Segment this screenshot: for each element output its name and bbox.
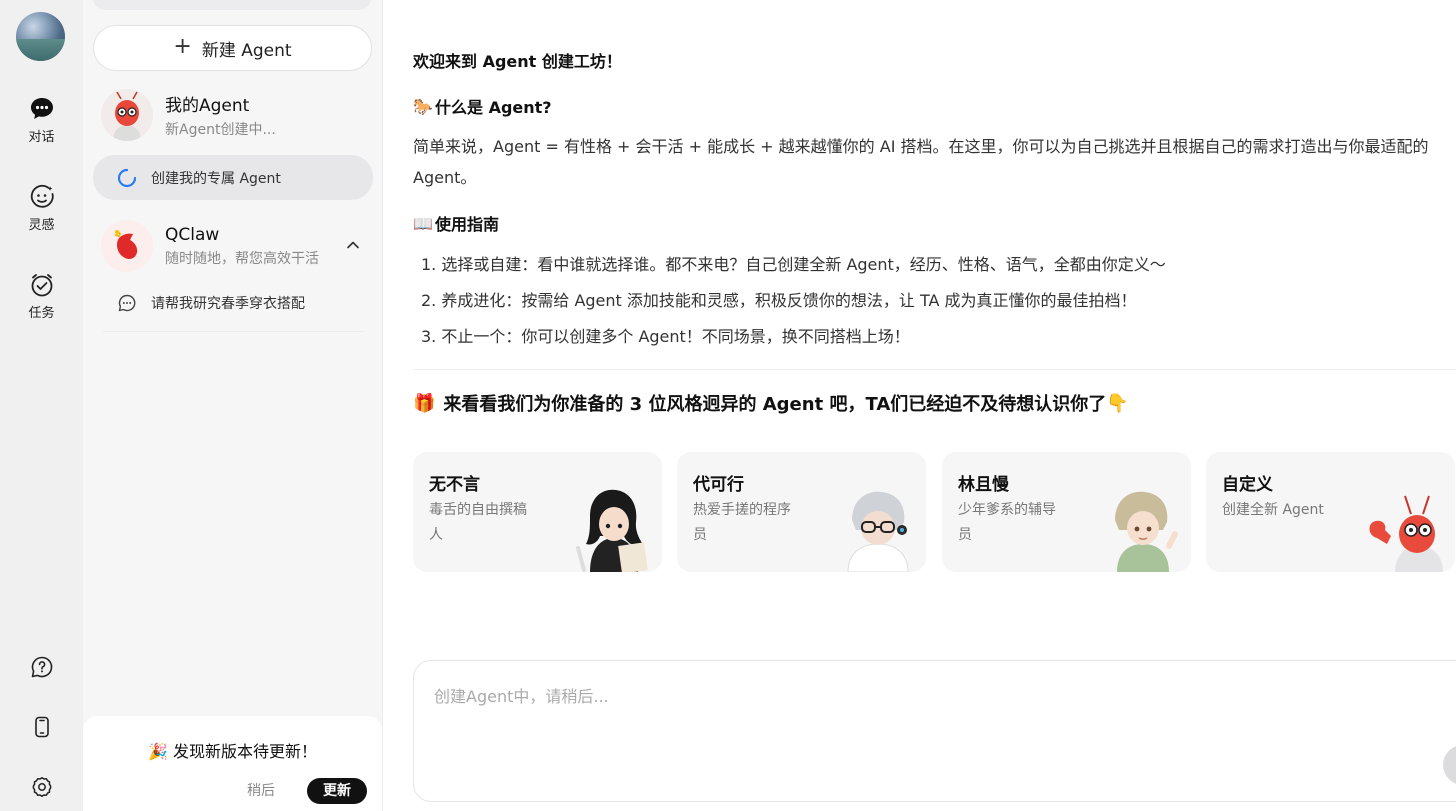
phone-button[interactable] — [0, 715, 83, 743]
new-agent-button[interactable]: + 新建 Agent — [93, 25, 372, 71]
cards-heading: 来看看我们为你准备的 3 位风格迥异的 Agent 吧，TA们已经迫不及待想认识… — [443, 394, 1107, 415]
later-button[interactable]: 稍后 — [238, 778, 284, 804]
chevron-up-icon[interactable] — [345, 237, 361, 253]
chat-input[interactable] — [434, 683, 1414, 743]
what-heading: 什么是 Agent? — [435, 98, 552, 117]
rail-label: 任务 — [28, 306, 55, 321]
session-item[interactable]: 请帮我研究春季穿衣搭配 — [93, 280, 373, 325]
update-button[interactable]: 更新 — [307, 778, 367, 804]
what-body: 简单来说，Agent = 有性格 + 会干活 + 能成长 + 越来越懂你的 AI… — [413, 137, 1429, 187]
new-agent-label: 新建 Agent — [201, 40, 292, 61]
chat-input-box[interactable] — [413, 660, 1456, 802]
chat-icon — [30, 98, 53, 119]
card-name: 代可行 — [693, 475, 744, 495]
help-icon — [31, 656, 52, 678]
agent-group-my-agent: 我的Agent 新Agent创建中... 创建我的专属 Agent — [93, 86, 373, 200]
phone-icon — [34, 716, 49, 738]
section-divider — [413, 369, 1456, 370]
user-avatar[interactable] — [16, 12, 65, 61]
update-card: 🎉 发现新版本待更新！ 稍后 更新 — [83, 716, 382, 811]
group-subtitle: 新Agent创建中... — [165, 122, 276, 138]
group-subtitle: 随时随地，帮您高效干活 — [165, 250, 319, 267]
writer-character-icon — [576, 489, 648, 572]
main-content: 欢迎来到 Agent 创建工坊！ 🐎 什么是 Agent? 简单来说，Agent… — [383, 0, 1456, 811]
settings-icon — [32, 777, 51, 797]
agent-cards: 无不言 毒舌的自由撰稿人 代可行 热爱手搓的程序员 林且慢 少年爹系的辅导员 自… — [413, 452, 1456, 572]
rail-item-task[interactable]: 任务 — [0, 272, 83, 321]
session-item-active[interactable]: 创建我的专属 Agent — [93, 155, 373, 200]
group-header[interactable]: QClaw 随时随地，帮您高效干活 — [93, 217, 373, 275]
agent-card-linqieman[interactable]: 林且慢 少年爹系的辅导员 — [942, 452, 1191, 572]
card-name: 自定义 — [1222, 475, 1273, 495]
guide-item: 2. 养成进化：按需给 Agent 添加技能和灵感，积极反馈你的想法，让 TA … — [421, 291, 1137, 310]
party-popper-icon: 🎉 — [147, 742, 168, 761]
task-icon — [31, 274, 52, 297]
intro-content: 欢迎来到 Agent 创建工坊！ 🐎 什么是 Agent? 简单来说，Agent… — [413, 48, 1456, 418]
agent-card-custom[interactable]: 自定义 创建全新 Agent — [1206, 452, 1455, 572]
guide-item: 3. 不止一个：你可以创建多个 Agent！不同场景，换不同搭档上场！ — [421, 327, 910, 346]
programmer-character-icon — [847, 491, 909, 572]
inspiration-icon — [30, 184, 54, 208]
send-button[interactable] — [1443, 745, 1456, 785]
rail-label: 灵感 — [28, 218, 55, 233]
card-name: 林且慢 — [958, 475, 1009, 495]
plus-icon: + — [173, 34, 192, 59]
group-header[interactable]: 我的Agent 新Agent创建中... — [93, 86, 373, 144]
lobster-icon — [101, 89, 153, 141]
update-title-row: 🎉 发现新版本待更新！ — [83, 738, 382, 762]
horse-icon: 🐎 — [413, 96, 433, 116]
chat-bubble-icon — [118, 294, 136, 311]
card-desc: 毒舌的自由撰稿人 — [429, 502, 527, 543]
cards-heading-row: 🎁 来看看我们为你准备的 3 位风格迥异的 Agent 吧，TA们已经迫不及待想… — [413, 388, 1456, 418]
book-icon: 📖 — [413, 213, 433, 233]
what-heading-row: 🐎 什么是 Agent? — [413, 92, 1456, 120]
rail-item-inspiration[interactable]: 灵感 — [0, 184, 83, 233]
qclaw-avatar — [101, 220, 153, 272]
divider — [103, 331, 363, 332]
search-bar-stub[interactable] — [93, 0, 371, 10]
update-title: 发现新版本待更新！ — [173, 742, 318, 761]
welcome-heading: 欢迎来到 Agent 创建工坊！ — [413, 52, 622, 71]
help-button[interactable] — [0, 655, 83, 683]
agent-card-daikexing[interactable]: 代可行 热爱手搓的程序员 — [677, 452, 926, 572]
lobster-avatar — [101, 89, 153, 141]
rail-label: 对话 — [28, 130, 55, 145]
card-desc: 热爱手搓的程序员 — [693, 502, 791, 543]
guide-item: 1. 选择或自建：看中谁就选择谁。都不来电？自己创建全新 Agent，经历、性格… — [421, 255, 1166, 274]
agent-card-wubuyan[interactable]: 无不言 毒舌的自由撰稿人 — [413, 452, 662, 572]
guide-heading: 使用指南 — [435, 215, 500, 234]
group-title: QClaw — [165, 224, 220, 245]
left-rail: 对话 灵感 任务 — [0, 0, 83, 811]
tutor-character-icon — [1115, 491, 1178, 572]
settings-button[interactable] — [0, 775, 83, 803]
loading-spinner-icon — [117, 168, 137, 187]
card-desc: 创建全新 Agent — [1222, 502, 1324, 518]
gift-icon: 🎁 — [413, 392, 436, 414]
agent-group-qclaw: QClaw 随时随地，帮您高效干活 请帮我研究春季穿衣搭配 — [93, 217, 373, 332]
session-label: 创建我的专属 Agent — [151, 170, 281, 187]
pointing-down-icon: 👇 — [1106, 392, 1129, 414]
qclaw-logo-icon — [101, 220, 153, 272]
guide-list: 1. 选择或自建：看中谁就选择谁。都不来电？自己创建全新 Agent，经历、性格… — [413, 247, 1456, 355]
card-desc: 少年爹系的辅导员 — [958, 502, 1056, 543]
lobster-character-icon — [1369, 495, 1443, 572]
guide-heading-row: 📖 使用指南 — [413, 209, 1456, 237]
session-label: 请帮我研究春季穿衣搭配 — [151, 295, 305, 312]
group-title: 我的Agent — [165, 96, 250, 116]
card-name: 无不言 — [429, 475, 480, 495]
rail-item-chat[interactable]: 对话 — [0, 96, 83, 145]
session-panel: + 新建 Agent 我的Agent 新Agent创建中... 创建我的专属 A… — [83, 0, 383, 811]
